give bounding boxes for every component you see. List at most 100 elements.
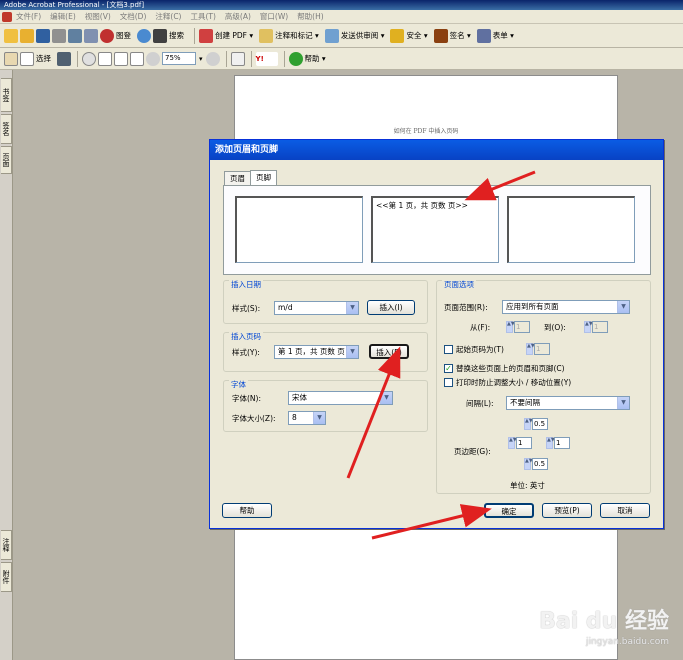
tab-header[interactable]: 页眉: [224, 171, 251, 185]
page-range-row: 页面范围(R): 应用到所有页面 ▼: [444, 300, 630, 314]
page-header-text: 如何在 PDF 中插入页码: [393, 128, 459, 135]
tab-footer[interactable]: 页脚: [250, 170, 277, 185]
create-pdf-button[interactable]: 创建 PDF ▾: [199, 28, 253, 43]
replace-checkbox[interactable]: ✓: [444, 364, 453, 373]
left-footer-box[interactable]: [235, 196, 363, 263]
create-pdf-icon: [199, 28, 213, 43]
open-icon[interactable]: [4, 28, 18, 43]
zoom-tool-icon[interactable]: [82, 51, 96, 66]
spinner-arrows-icon: ▲▼: [524, 418, 533, 430]
actual-size-icon[interactable]: [98, 51, 112, 66]
spinner-arrows-icon: ▲▼: [524, 458, 533, 470]
from-spinner[interactable]: ▲▼ 1: [506, 321, 530, 333]
menu-view[interactable]: 视图(V): [85, 11, 111, 22]
security-button[interactable]: 安全 ▾: [390, 28, 428, 43]
zoom-level-input[interactable]: 75%: [162, 52, 196, 65]
start-page-spinner[interactable]: ▲▼ 1: [526, 343, 550, 355]
menu-comments[interactable]: 注释(C): [155, 11, 181, 22]
spacing-select[interactable]: 不要间隔 ▼: [506, 396, 630, 410]
prevent-resize-label: 打印时防止调整大小 / 移动位置(Y): [456, 378, 572, 387]
print-icon[interactable]: [52, 28, 66, 43]
start-page-checkbox[interactable]: [444, 344, 453, 354]
to-label: 到(O):: [544, 322, 566, 332]
zoom-in-icon[interactable]: [205, 51, 220, 66]
tab-pages[interactable]: 页面: [1, 146, 12, 174]
email-icon[interactable]: [68, 28, 82, 43]
insert-page-legend: 插入页码: [229, 331, 263, 342]
zoom-out-icon[interactable]: [146, 51, 160, 66]
menu-tools[interactable]: 工具(T): [190, 11, 215, 22]
text-cursor-icon: [20, 51, 34, 66]
sign-button[interactable]: 签名 ▾: [433, 28, 471, 43]
spinner-arrows-icon: ▲▼: [526, 343, 535, 355]
chevron-down-icon: ▼: [380, 392, 392, 404]
insert-page-button[interactable]: 插入(E): [369, 344, 409, 359]
comment-markup-button[interactable]: 注释和标记 ▾: [259, 28, 319, 43]
from-label: 从(F):: [470, 322, 491, 332]
rotate-icon[interactable]: [230, 51, 245, 66]
from-to-row: 从(F): ▲▼ 1 到(O): ▲▼ 1: [470, 321, 608, 333]
baidu-watermark: Bai du 经验 jingyan.baidu.com: [539, 609, 669, 648]
date-style-label: 样式(S):: [232, 303, 261, 313]
dialog-title: 添加页眉和页脚: [210, 140, 663, 160]
organizer-icon[interactable]: [20, 28, 34, 43]
center-footer-box[interactable]: <<第 1 页，共 页数 页>>: [371, 196, 499, 263]
snapshot-icon[interactable]: [57, 51, 71, 66]
right-footer-box[interactable]: [507, 196, 635, 263]
margin-left-spinner[interactable]: ▲▼ 1: [508, 437, 532, 449]
page-style-label: 样式(Y):: [232, 347, 260, 357]
to-spinner[interactable]: ▲▼ 1: [584, 321, 608, 333]
fit-width-icon[interactable]: [130, 51, 144, 66]
forms-button[interactable]: 表单 ▾: [476, 28, 514, 43]
cancel-button[interactable]: 取消: [600, 503, 650, 518]
send-review-button[interactable]: 发送供审阅 ▾: [324, 28, 384, 43]
menu-help[interactable]: 帮助(H): [297, 11, 324, 22]
tab-comments[interactable]: 注释: [1, 530, 12, 560]
help-button[interactable]: 帮助 ▾: [288, 51, 326, 66]
menu-advanced[interactable]: 高级(A): [225, 11, 251, 22]
save-icon[interactable]: [36, 28, 50, 43]
tab-signatures[interactable]: 签名: [1, 114, 12, 144]
separator: [225, 50, 227, 67]
insert-date-button[interactable]: 插入(I): [367, 300, 415, 315]
menu-file[interactable]: 文件(F): [16, 11, 41, 22]
help-icon: [288, 51, 303, 66]
margin-label: 页边距(G):: [454, 447, 491, 456]
margin-right-spinner[interactable]: ▲▼ 1: [546, 437, 570, 449]
page-range-select[interactable]: 应用到所有页面 ▼: [502, 300, 630, 314]
prevent-resize-checkbox[interactable]: [444, 378, 453, 387]
help-button[interactable]: 帮助: [222, 503, 272, 518]
margin-bottom-spinner[interactable]: ▲▼ 0.5: [524, 458, 548, 470]
margin-sides-row: ▲▼ 1 ▲▼ 1: [508, 437, 570, 449]
start-page-row: 起始页码为(T) ▲▼ 1: [444, 343, 550, 355]
separator: [250, 50, 252, 67]
yahoo-icon[interactable]: Y!: [255, 51, 278, 66]
spacing-label: 间隔(L):: [466, 398, 494, 408]
page-style-select[interactable]: 第 1 页，共 页数 页 ▼: [274, 345, 359, 359]
font-size-select[interactable]: 8 ▼: [288, 411, 326, 425]
tab-bookmarks[interactable]: 书签: [1, 78, 12, 112]
menu-document[interactable]: 文档(D): [120, 11, 147, 22]
fit-page-icon[interactable]: [114, 51, 128, 66]
font-name-select[interactable]: 宋体 ▼: [288, 391, 393, 405]
attach-icon[interactable]: [84, 28, 98, 43]
menu-window[interactable]: 窗口(W): [260, 11, 288, 22]
organizer-button[interactable]: 图登: [100, 28, 131, 43]
chevron-down-icon: ▼: [617, 301, 629, 313]
date-style-row: 样式(S): m/d ▼: [232, 301, 359, 315]
ok-button[interactable]: 确定: [484, 503, 534, 518]
header-footer-dialog: 添加页眉和页脚 页眉 页脚 <<第 1 页，共 页数 页>> 插入日期 样式(S…: [209, 139, 664, 529]
hand-tool-icon[interactable]: [4, 51, 18, 66]
select-tool-button[interactable]: 选择: [20, 51, 51, 66]
date-style-select[interactable]: m/d ▼: [274, 301, 359, 315]
footer-panel: <<第 1 页，共 页数 页>>: [223, 185, 651, 275]
web-icon[interactable]: [137, 28, 151, 43]
menu-edit[interactable]: 编辑(E): [50, 11, 76, 22]
margin-top-spinner[interactable]: ▲▼ 0.5: [524, 418, 548, 430]
spinner-arrows-icon: ▲▼: [546, 437, 555, 449]
tab-attachments[interactable]: 附件: [1, 562, 12, 592]
send-icon: [324, 28, 339, 43]
window-title: Adobe Acrobat Professional - [文档3.pdf]: [0, 0, 683, 10]
search-button[interactable]: 搜索: [153, 28, 184, 43]
preview-button[interactable]: 预览(P): [542, 503, 592, 518]
